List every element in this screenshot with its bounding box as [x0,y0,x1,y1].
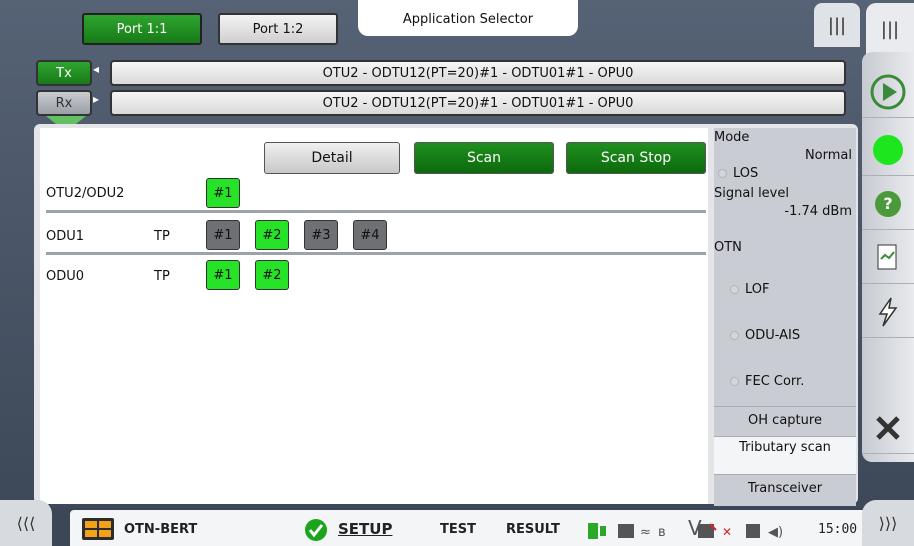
clock: 15:00 [818,522,858,537]
los-indicator: LOS [718,166,758,181]
camera-icon [618,524,634,538]
status-panel: Mode Normal LOS Signal level -1.74 dBm O… [714,128,856,506]
tab-transceiver[interactable]: Transceiver [714,474,856,504]
report-button[interactable] [862,232,914,284]
svg-text:ʙ: ʙ [658,525,666,540]
status-icons: ≈ ʙ ✕ ◀) [588,523,783,540]
odu1-chip-2[interactable]: #2 [255,220,289,250]
nav-test[interactable]: TEST [440,522,476,537]
fec-corr-indicator: FEC Corr. [730,374,804,389]
mode-label: Mode [714,130,750,145]
svg-text:?: ? [883,194,892,213]
close-button[interactable] [862,402,914,454]
check-icon [305,519,327,541]
play-icon [870,74,906,109]
svg-text:✕: ✕ [722,525,732,539]
tab-port-1-2[interactable]: Port 1:2 [218,13,338,45]
fec-corr-led-icon [730,377,739,386]
lan-icon [746,524,760,538]
status-led-button[interactable] [862,124,914,176]
row-label-otu2: OTU2/ODU2 [46,186,125,201]
odu-ais-led-icon [730,331,739,340]
odu1-tp-label: TP [154,229,170,244]
app-name: OTN-BERT [124,522,198,537]
odu0-chip-1[interactable]: #1 [206,260,240,290]
close-icon [876,415,900,440]
report-icon [877,244,897,269]
nav-right-button[interactable]: ⟩⟩⟩ [862,500,914,546]
mode-value: Normal [804,148,852,163]
rx-arrow-icon: ▸ [93,92,100,106]
odu1-chip-1[interactable]: #1 [206,220,240,250]
event-button[interactable] [862,286,914,338]
lof-led-icon [730,285,739,294]
empty-slot [862,340,914,400]
otn-header: OTN [714,240,742,255]
main-menu-icon[interactable]: ||| [866,3,914,55]
detail-button[interactable]: Detail [264,142,400,174]
los-led-icon [718,169,727,178]
help-button[interactable]: ? [862,178,914,230]
svg-text:◀): ◀) [768,525,783,540]
row-divider [46,210,706,213]
scan-stop-button[interactable]: Scan Stop [566,142,706,174]
tributary-grid: Detail Scan Scan Stop OTU2/ODU2 #1 ODU1 … [40,128,708,504]
signal-level-value: -1.74 dBm [784,204,852,219]
lightning-icon [878,297,898,326]
tx-arrow-icon: ◂ [93,62,100,76]
odu1-chip-4[interactable]: #4 [353,220,387,250]
rx-path-button[interactable]: OTU2 - ODTU12(PT=20)#1 - ODTU01#1 - OPU0 [110,90,846,116]
odu0-chip-2[interactable]: #2 [255,260,289,290]
tab-oh-capture[interactable]: OH capture [714,406,856,436]
application-selector-tab[interactable]: Application Selector [358,0,578,36]
svg-text:≈: ≈ [640,525,651,540]
lof-indicator: LOF [730,282,770,297]
row-label-odu0: ODU0 [46,269,85,284]
nav-left-button[interactable]: ⟨⟨⟨ [0,500,52,546]
tx-path-button[interactable]: OTU2 - ODTU12(PT=20)#1 - ODTU01#1 - OPU0 [110,60,846,86]
battery-icon [588,523,598,539]
scan-button[interactable]: Scan [414,142,554,174]
status-led-icon [873,134,903,165]
help-icon: ? [875,190,901,217]
row-divider [46,252,706,255]
app-icon [82,518,114,540]
signal-level-label: Signal level [714,186,789,201]
nav-setup[interactable]: SETUP [338,520,392,538]
tx-toggle[interactable]: Tx [36,60,92,86]
right-toolbar: ? [862,52,914,462]
v-indicator: V [688,516,702,540]
tab-port-1-1[interactable]: Port 1:1 [82,13,202,45]
odu1-chip-3[interactable]: #3 [304,220,338,250]
start-button[interactable] [862,66,914,118]
panel-menu-icon[interactable]: ||| [814,3,860,47]
otu2-chip-1[interactable]: #1 [206,178,240,208]
rx-toggle[interactable]: Rx [36,90,92,116]
nav-result[interactable]: RESULT [506,522,560,537]
odu0-tp-label: TP [154,269,170,284]
odu-ais-indicator: ODU-AIS [730,328,800,343]
row-label-odu1: ODU1 [46,229,85,244]
tab-tributary-scan[interactable]: Tributary scan [714,436,856,474]
